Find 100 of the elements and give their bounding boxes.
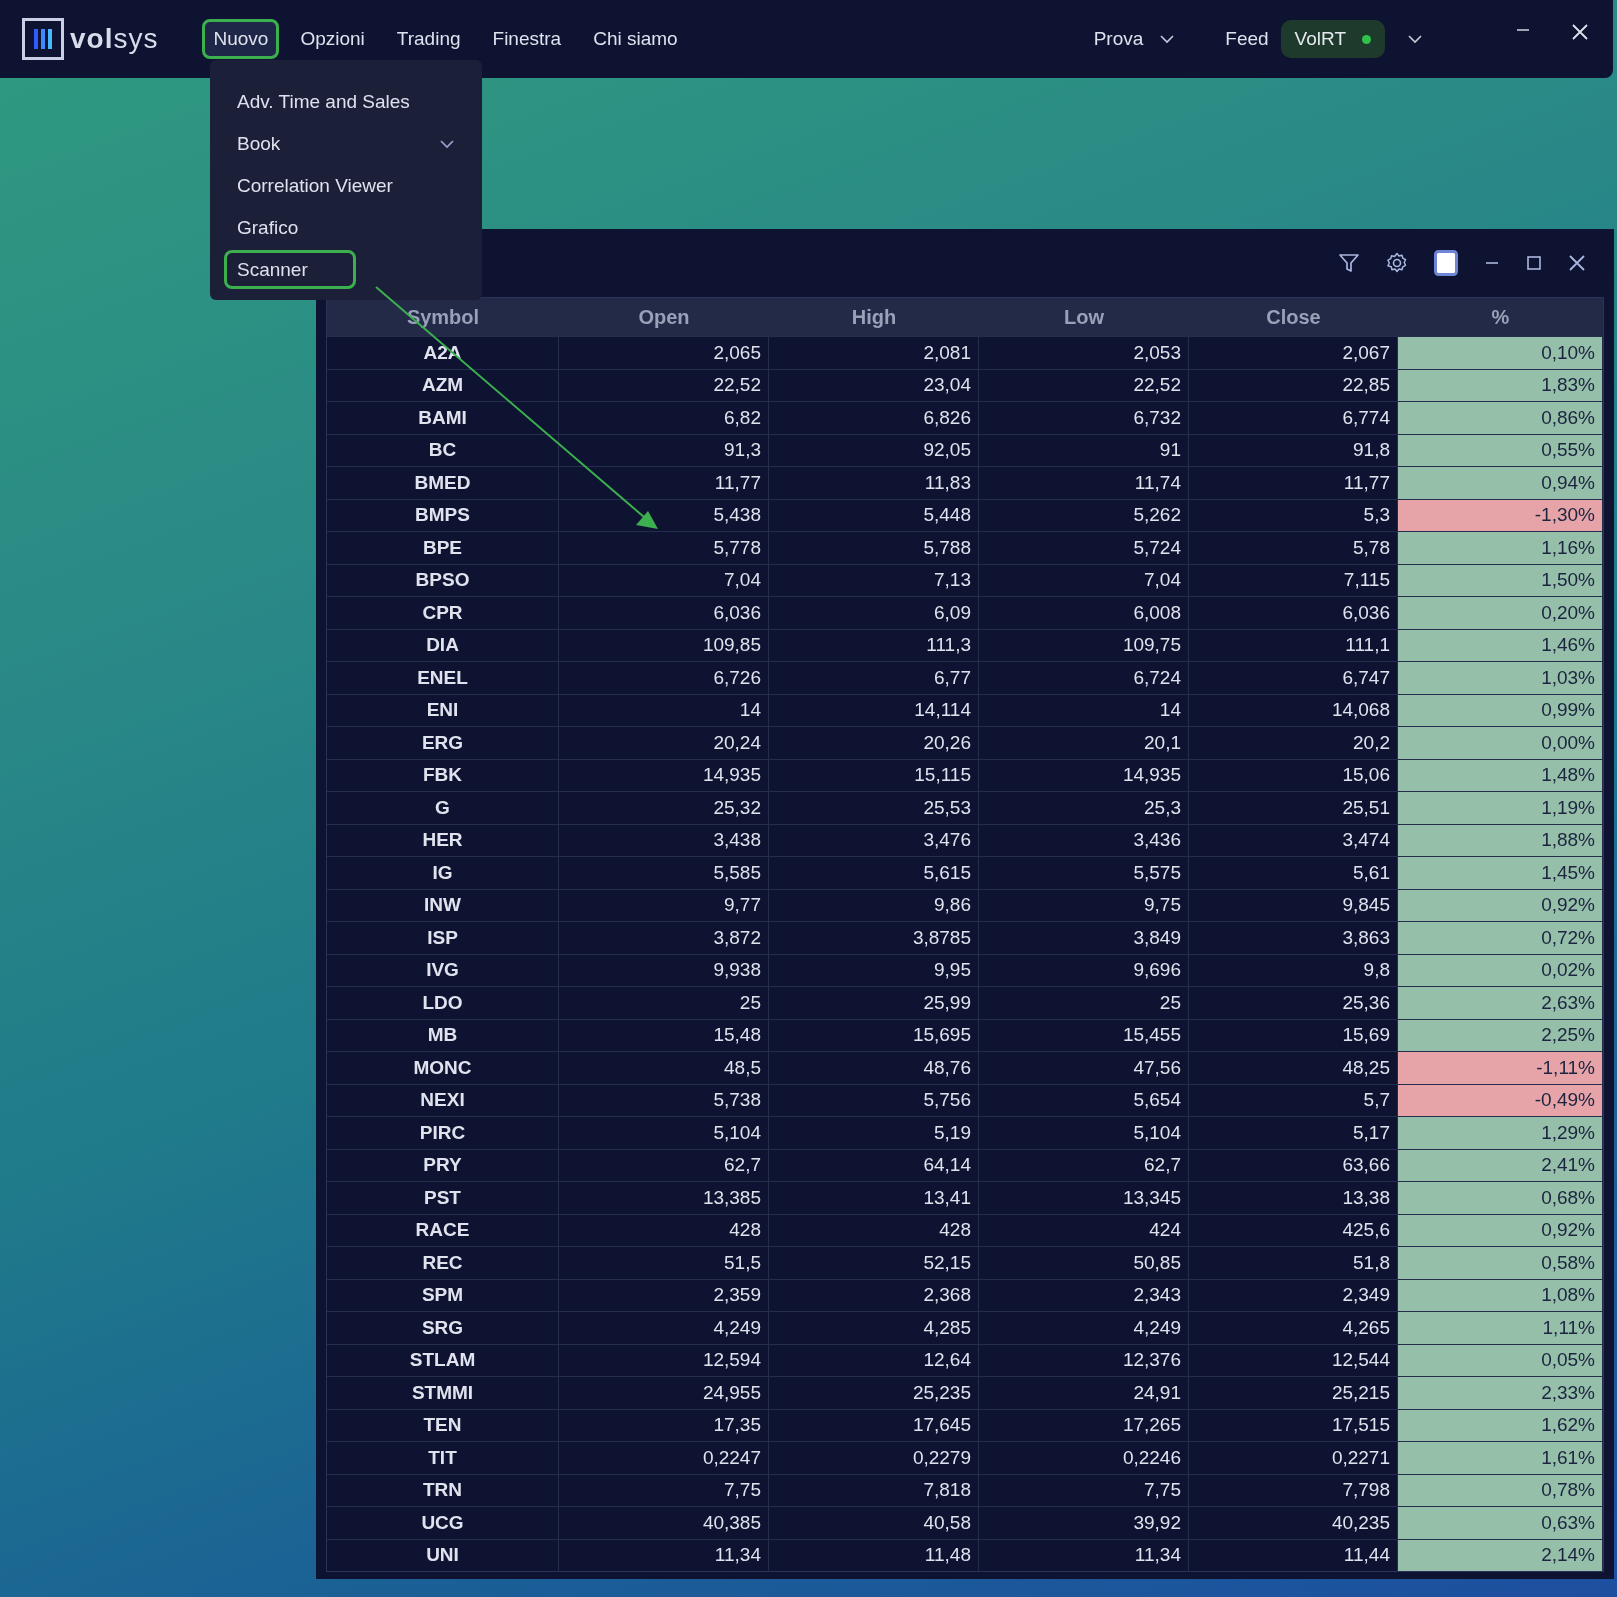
table-cell: 5,738	[559, 1084, 769, 1116]
menu-item[interactable]: Finestra	[481, 19, 573, 59]
column-header[interactable]: Close	[1189, 298, 1398, 336]
table-cell: 428	[559, 1214, 769, 1246]
symbol-cell: TRN	[327, 1474, 559, 1506]
change-cell: 0,20%	[1398, 597, 1603, 629]
table-cell: 6,09	[769, 597, 979, 629]
change-cell: 1,29%	[1398, 1117, 1603, 1149]
table-cell: 7,04	[559, 564, 769, 596]
column-header[interactable]: %	[1398, 298, 1603, 336]
table-cell: 20,1	[979, 727, 1189, 759]
table-cell: 6,726	[559, 662, 769, 694]
table-cell: 7,818	[769, 1474, 979, 1506]
symbol-cell: ENEL	[327, 662, 559, 694]
table-cell: 25	[559, 987, 769, 1019]
table-cell: 15,695	[769, 1019, 979, 1051]
table-cell: 9,696	[979, 954, 1189, 986]
table-cell: 92,05	[769, 434, 979, 466]
layout-toggle-icon[interactable]	[1434, 250, 1458, 276]
column-header[interactable]: High	[769, 298, 979, 336]
change-cell: 2,33%	[1398, 1377, 1603, 1409]
table-cell: 64,14	[769, 1149, 979, 1181]
table-cell: 9,77	[559, 889, 769, 921]
table-cell: 5,724	[979, 532, 1189, 564]
settings-icon[interactable]	[1386, 252, 1408, 274]
table-cell: 14	[979, 694, 1189, 726]
menu-option[interactable]: Grafico	[224, 208, 468, 247]
profile-dropdown[interactable]: Prova	[1087, 27, 1182, 51]
table-cell: 23,04	[769, 369, 979, 401]
symbol-cell: IVG	[327, 954, 559, 986]
table-cell: 14	[559, 694, 769, 726]
table-cell: 6,732	[979, 402, 1189, 434]
menu-option[interactable]: Book	[224, 124, 468, 163]
table-cell: 12,64	[769, 1344, 979, 1376]
change-cell: 0,00%	[1398, 727, 1603, 759]
table-cell: 2,368	[769, 1279, 979, 1311]
change-cell: 1,11%	[1398, 1312, 1603, 1344]
table-cell: 13,385	[559, 1182, 769, 1214]
column-header[interactable]: Open	[559, 298, 769, 336]
feed-selector[interactable]: VolRT	[1280, 20, 1385, 58]
table-cell: 51,5	[559, 1247, 769, 1279]
table-cell: 109,75	[979, 629, 1189, 661]
table-cell: 0,2247	[559, 1442, 769, 1474]
filter-icon[interactable]	[1338, 252, 1360, 274]
menu-item[interactable]: Chi siamo	[582, 19, 689, 59]
menu-item[interactable]: Trading	[385, 19, 472, 59]
menu-option[interactable]: Scanner	[224, 250, 356, 289]
symbol-cell: PRY	[327, 1149, 559, 1181]
table-cell: 11,34	[979, 1539, 1189, 1571]
close-icon[interactable]	[1568, 254, 1586, 272]
symbol-cell: BMED	[327, 467, 559, 499]
change-cell: 1,08%	[1398, 1279, 1603, 1311]
table-cell: 7,04	[979, 564, 1189, 596]
symbol-cell: INW	[327, 889, 559, 921]
table-cell: 109,85	[559, 629, 769, 661]
table-cell: 5,575	[979, 857, 1189, 889]
symbol-cell: HER	[327, 824, 559, 856]
change-cell: 1,50%	[1398, 564, 1603, 596]
symbol-cell: BMPS	[327, 499, 559, 531]
change-cell: 0,10%	[1398, 337, 1603, 369]
change-cell: 2,14%	[1398, 1539, 1603, 1571]
symbol-cell: UCG	[327, 1507, 559, 1539]
change-cell: 0,02%	[1398, 954, 1603, 986]
change-cell: 1,45%	[1398, 857, 1603, 889]
symbol-cell: STMMI	[327, 1377, 559, 1409]
table-cell: 24,955	[559, 1377, 769, 1409]
table-cell: 5,615	[769, 857, 979, 889]
symbol-cell: LDO	[327, 987, 559, 1019]
chevron-down-icon[interactable]	[1407, 34, 1423, 44]
symbol-cell: FBK	[327, 759, 559, 791]
table-cell: 25,53	[769, 792, 979, 824]
table-cell: 39,92	[979, 1507, 1189, 1539]
table-cell: 3,872	[559, 922, 769, 954]
menu-item[interactable]: Nuovo	[202, 19, 280, 59]
table-cell: 7,75	[979, 1474, 1189, 1506]
menu-option[interactable]: Correlation Viewer	[224, 166, 468, 205]
table-cell: 5,448	[769, 499, 979, 531]
column-header[interactable]: Low	[979, 298, 1189, 336]
table-cell: 111,3	[769, 629, 979, 661]
menu-option[interactable]: Adv. Time and Sales	[224, 82, 468, 121]
table-cell: 62,7	[979, 1149, 1189, 1181]
table-cell: 11,48	[769, 1539, 979, 1571]
table-cell: 5,654	[979, 1084, 1189, 1116]
change-cell: 2,41%	[1398, 1149, 1603, 1181]
change-cell: -1,11%	[1398, 1052, 1603, 1084]
change-cell: 1,03%	[1398, 662, 1603, 694]
symbol-cell: BC	[327, 434, 559, 466]
table-cell: 15,115	[769, 759, 979, 791]
change-cell: 0,72%	[1398, 922, 1603, 954]
symbol-cell: ISP	[327, 922, 559, 954]
symbol-cell: AZM	[327, 369, 559, 401]
menu-item[interactable]: Opzioni	[289, 19, 376, 59]
table-cell: 6,036	[559, 597, 769, 629]
change-cell: 0,86%	[1398, 402, 1603, 434]
table-cell: 0,2279	[769, 1442, 979, 1474]
change-cell: 0,92%	[1398, 889, 1603, 921]
maximize-icon[interactable]	[1526, 255, 1542, 271]
change-cell: 0,63%	[1398, 1507, 1603, 1539]
table-cell: 9,95	[769, 954, 979, 986]
change-cell: 0,68%	[1398, 1182, 1603, 1214]
